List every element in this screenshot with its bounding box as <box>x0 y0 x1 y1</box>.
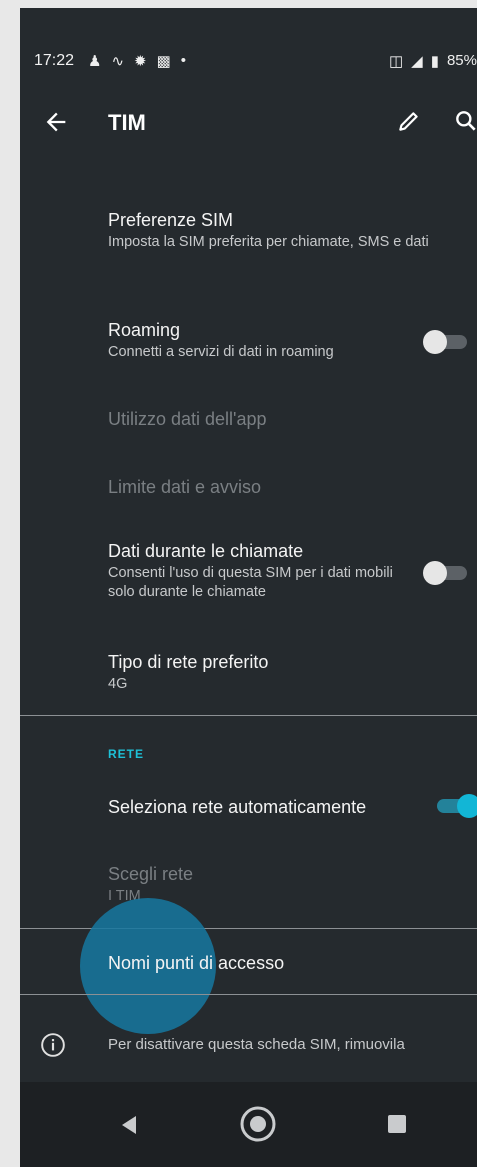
item-title: Preferenze SIM <box>108 210 234 230</box>
back-arrow-icon[interactable] <box>42 108 70 136</box>
data-limit-item: Limite dati e avviso <box>108 476 468 498</box>
divider <box>20 928 477 929</box>
item-title: Limite dati e avviso <box>108 477 262 497</box>
nav-recents-icon[interactable] <box>388 1115 406 1133</box>
qr-icon: ▩ <box>156 53 171 70</box>
roaming-item[interactable]: Roaming Connetti a servizi di dati in ro… <box>108 319 408 362</box>
page-title: TIM <box>108 110 146 135</box>
data-during-calls-toggle[interactable] <box>423 561 467 585</box>
bug-icon: ✹ <box>134 53 147 70</box>
item-subtitle: Connetti a servizi di dati in roaming <box>108 344 334 360</box>
toggle-knob <box>423 561 447 585</box>
item-subtitle: Imposta la SIM preferita per chiamate, S… <box>108 234 429 250</box>
sim-disable-info: Per disattivare questa scheda SIM, rimuo… <box>108 1036 405 1053</box>
signal-icon: ◢ <box>411 53 423 70</box>
item-title: Seleziona rete automaticamente <box>108 797 367 817</box>
status-notification-icons: ♟ ∿ ✹ ▩ • <box>88 52 186 70</box>
edit-icon[interactable] <box>396 108 422 134</box>
roaming-toggle[interactable] <box>423 330 467 354</box>
sim-preferences-item[interactable]: Preferenze SIM Imposta la SIM preferita … <box>108 209 468 252</box>
gesture-icon: ∿ <box>111 53 125 70</box>
nav-back-icon[interactable] <box>118 1114 138 1136</box>
access-point-names-item[interactable]: Nomi punti di accesso <box>108 953 284 974</box>
auto-select-network-item[interactable]: Seleziona rete automaticamente <box>108 796 428 818</box>
battery-percent: 85% <box>446 52 477 69</box>
phone-screen: 17:22 ♟ ∿ ✹ ▩ • ◫ ◢ ▮ 85% TIM Preferenze… <box>20 8 477 1167</box>
status-time: 17:22 <box>34 52 75 69</box>
nav-home-icon[interactable] <box>238 1104 278 1144</box>
item-subtitle: Consenti l'uso di questa SIM per i dati … <box>108 565 393 600</box>
divider <box>20 994 477 995</box>
vibrate-icon: ◫ <box>388 53 404 70</box>
info-icon <box>41 1033 65 1057</box>
account-icon: ♟ <box>88 53 102 70</box>
auto-select-network-toggle[interactable] <box>437 794 477 818</box>
search-icon[interactable] <box>453 108 477 134</box>
section-header-network: RETE <box>108 747 145 761</box>
battery-icon: ▮ <box>430 53 439 70</box>
item-title: Scegli rete <box>108 864 194 884</box>
divider <box>20 715 477 716</box>
item-subtitle: 4G <box>108 676 128 692</box>
navigation-bar <box>20 1082 477 1167</box>
data-during-calls-item[interactable]: Dati durante le chiamate Consenti l'uso … <box>108 540 408 602</box>
item-title: Roaming <box>108 320 181 340</box>
app-bar: TIM <box>20 98 477 154</box>
item-title: Dati durante le chiamate <box>108 541 304 561</box>
toggle-knob <box>423 330 447 354</box>
preferred-network-type-item[interactable]: Tipo di rete preferito 4G <box>108 651 468 694</box>
dot-icon: • <box>180 52 187 69</box>
item-title: Utilizzo dati dell'app <box>108 409 267 429</box>
status-system-icons: ◫ ◢ ▮ 85% <box>389 52 477 70</box>
app-data-usage-item: Utilizzo dati dell'app <box>108 408 468 430</box>
toggle-knob <box>457 794 477 818</box>
status-bar: 17:22 ♟ ∿ ✹ ▩ • ◫ ◢ ▮ 85% <box>20 8 477 108</box>
item-title: Tipo di rete preferito <box>108 652 269 672</box>
